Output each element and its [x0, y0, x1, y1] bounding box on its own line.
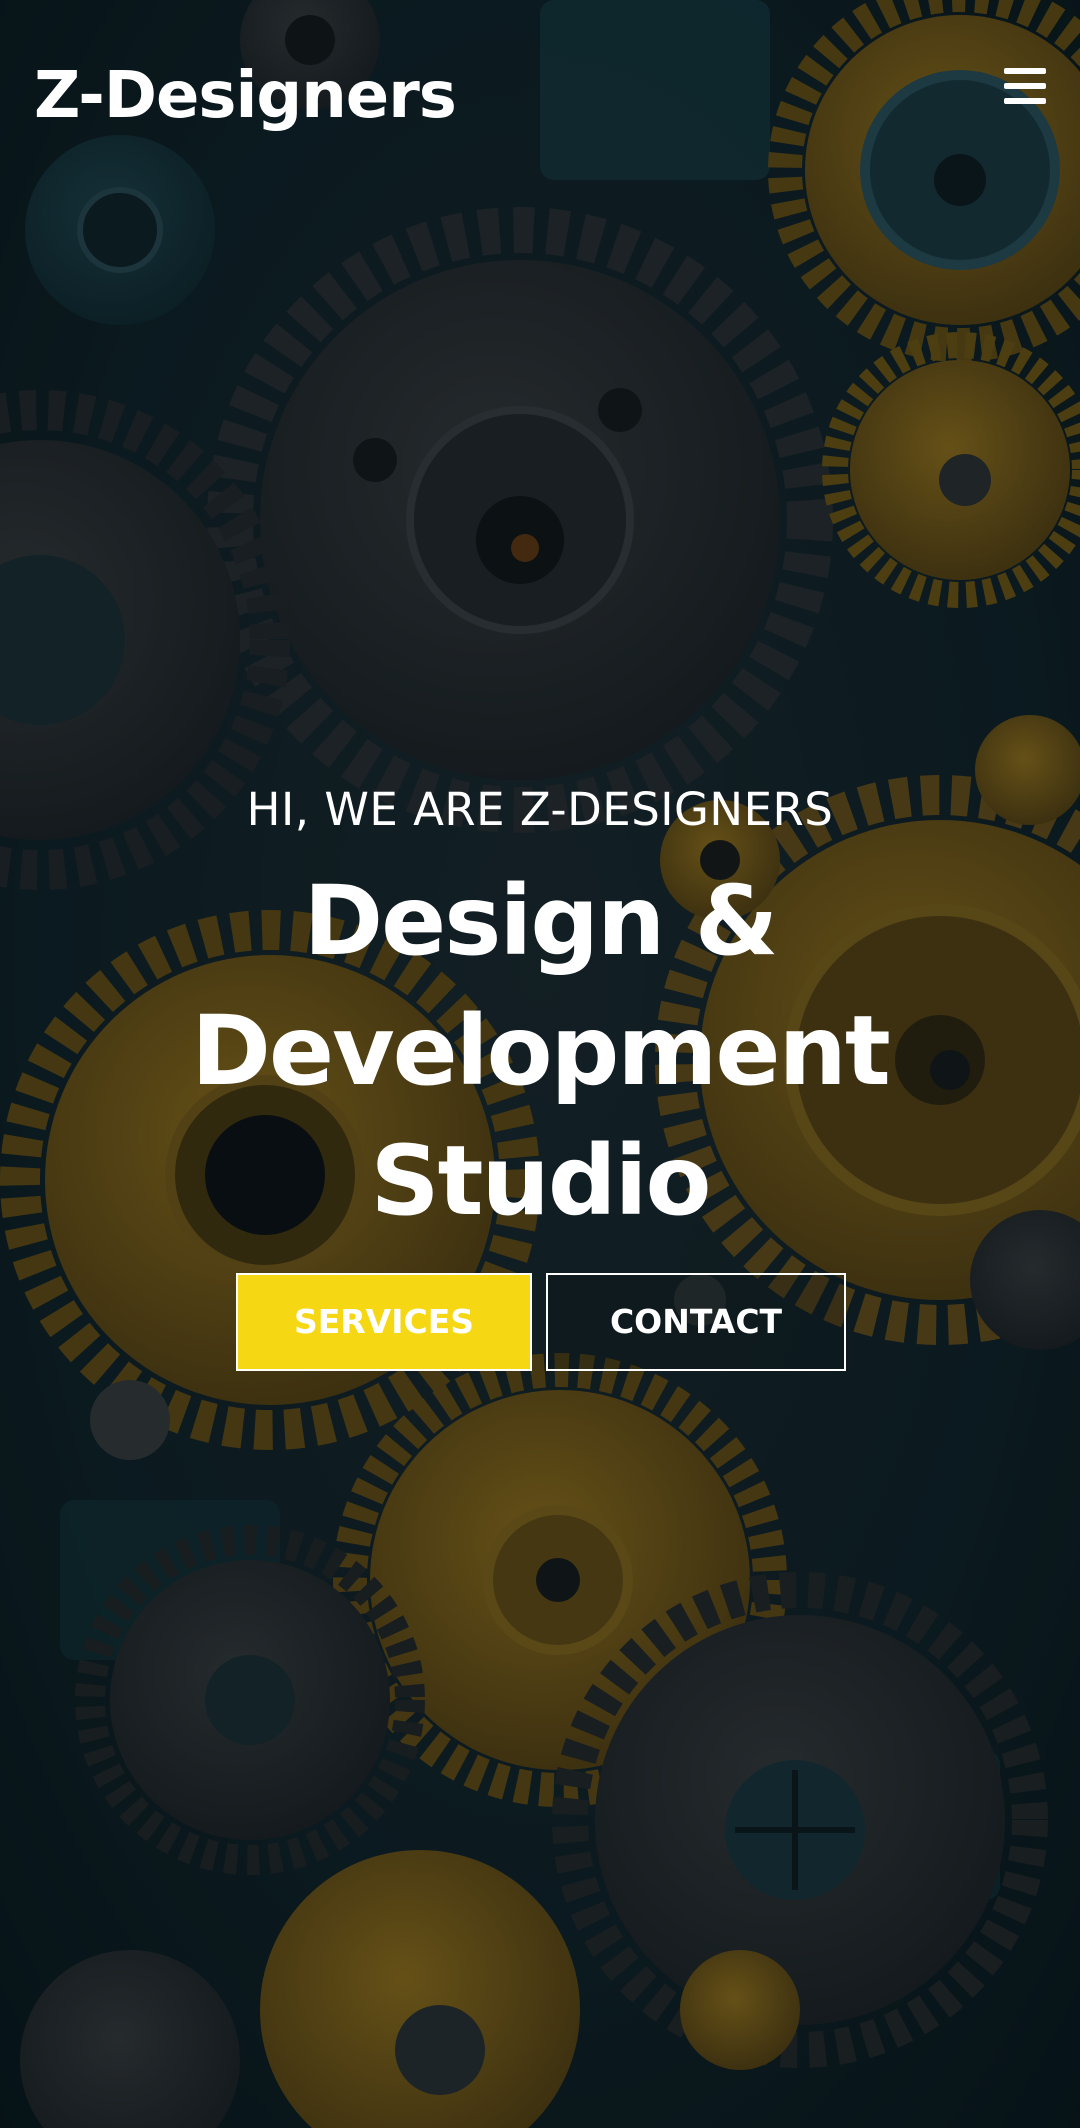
hero-headline: Design & Development Studio — [191, 865, 890, 1237]
site-header: Z-Designers — [0, 0, 1080, 200]
hero-eyebrow: HI, WE ARE Z-DESIGNERS — [246, 783, 834, 836]
services-button[interactable]: SERVICES — [236, 1273, 532, 1371]
cta-row: SERVICES CONTACT — [0, 1273, 1080, 1373]
contact-button[interactable]: CONTACT — [546, 1273, 846, 1371]
menu-bar — [1004, 83, 1046, 89]
menu-bar — [1004, 98, 1046, 104]
landing-page: Z-Designers HI, WE ARE Z-DESIGNERS Desig… — [0, 0, 1080, 2128]
hero-section: HI, WE ARE Z-DESIGNERS Design & Developm… — [0, 780, 1080, 1246]
logo[interactable]: Z-Designers — [34, 58, 457, 134]
hamburger-menu-icon[interactable] — [1004, 66, 1046, 106]
menu-bar — [1004, 68, 1046, 74]
